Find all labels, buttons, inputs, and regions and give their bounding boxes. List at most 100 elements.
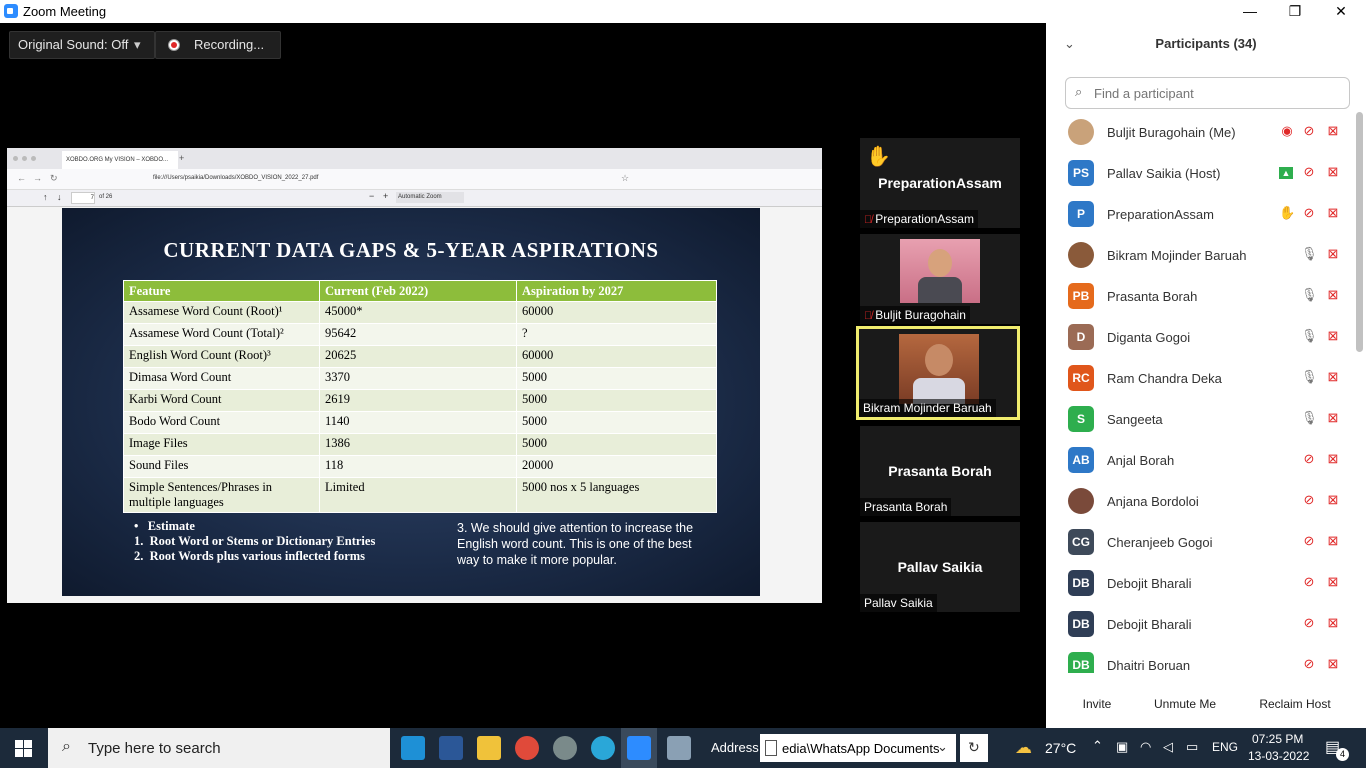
participant-avatar: S	[1068, 406, 1094, 432]
zoom-select[interactable]: Automatic Zoom	[396, 192, 464, 203]
tile-big-name: Prasanta Borah	[888, 463, 992, 479]
original-sound-button[interactable]: Original Sound: Off ▾	[9, 31, 155, 59]
meet-now-icon[interactable]: ▣	[1116, 739, 1128, 755]
battery-icon[interactable]: ▭	[1186, 739, 1198, 755]
chevron-down-icon[interactable]: ▾	[134, 32, 141, 58]
participant-row[interactable]: DB Debojit Bharali ⊘ ⊠	[1046, 563, 1356, 604]
bookmark-star-icon[interactable]: ☆	[621, 173, 629, 184]
clock-date[interactable]: 13-03-2022	[1248, 749, 1309, 763]
raised-hand-icon: ✋	[1279, 205, 1296, 220]
forward-icon[interactable]: →	[33, 173, 42, 183]
participant-row[interactable]: Anjana Bordoloi ⊘ ⊠	[1046, 481, 1356, 522]
mic-icon: 🎙	[1301, 410, 1318, 425]
table-row: Assamese Word Count (Root)¹ 45000* 60000	[123, 301, 717, 324]
table-row: Image Files 1386 5000	[123, 433, 717, 456]
participant-row[interactable]: DB Dhaitri Boruan ⊘ ⊠	[1046, 645, 1356, 673]
temperature[interactable]: 27°C	[1045, 740, 1076, 756]
video-tile-bikram-active[interactable]: Bikram Mojinder Baruah	[856, 326, 1020, 420]
restore-button[interactable]: ❐	[1272, 0, 1318, 23]
table-row: Assamese Word Count (Total)² 95642?	[123, 323, 717, 346]
participant-name: Cheranjeeb Gogoi	[1107, 535, 1213, 550]
url-text[interactable]: file:///Users/psaikia/Downloads/XOBDO_VI…	[153, 175, 318, 181]
mic-icon: 🎙	[1301, 328, 1318, 343]
chrome-icon[interactable]	[515, 736, 539, 760]
address-box[interactable]: edia\WhatsApp Documents ⌄	[760, 734, 956, 762]
refresh-button[interactable]: ↻	[960, 734, 988, 762]
file-explorer-icon[interactable]	[477, 736, 501, 760]
participant-row[interactable]: CG Cheranjeeb Gogoi ⊘ ⊠	[1046, 522, 1356, 563]
reload-icon[interactable]: ↻	[50, 173, 58, 184]
participant-avatar: PB	[1068, 283, 1094, 309]
new-tab-icon[interactable]: +	[179, 153, 184, 163]
invite-button[interactable]: Invite	[1072, 693, 1122, 715]
table-cell: 95642	[319, 323, 517, 346]
participant-row[interactable]: PS Pallav Saikia (Host) ▲ ⊘ ⊠	[1046, 153, 1356, 194]
table-cell: 2619	[319, 389, 517, 412]
windows-start-icon[interactable]	[15, 740, 32, 757]
unmute-me-button[interactable]: Unmute Me	[1147, 693, 1223, 715]
paint-icon[interactable]	[667, 736, 691, 760]
clock-time[interactable]: 07:25 PM	[1252, 732, 1303, 746]
table-row: Sound Files 118 20000	[123, 455, 717, 478]
zoom-in-icon[interactable]: +	[383, 191, 388, 201]
share-indicator-icon: ▲	[1279, 167, 1293, 179]
participant-row[interactable]: AB Anjal Borah ⊘ ⊠	[1046, 440, 1356, 481]
app-icon[interactable]	[553, 736, 577, 760]
video-off-icon: ⊠	[1327, 164, 1339, 179]
next-page-icon[interactable]: ↓	[57, 192, 62, 202]
browser-tab[interactable]: XOBDO.ORG My VISION – XOBDO...	[62, 151, 178, 169]
page-number-input[interactable]: 7	[71, 192, 95, 204]
video-tile-pallav[interactable]: Pallav Saikia Pallav Saikia	[860, 522, 1020, 612]
tile-name-label: Prasanta Borah	[860, 498, 952, 516]
participant-avatar: DB	[1068, 570, 1094, 596]
chevron-down-icon[interactable]: ⌄	[937, 739, 948, 755]
participant-search[interactable]: ⌕	[1065, 77, 1350, 109]
back-icon[interactable]: ←	[17, 173, 26, 183]
recording-indicator[interactable]: Recording...	[155, 31, 281, 59]
participant-row[interactable]: Buljit Buragohain (Me) ◉ ⊘ ⊠	[1046, 112, 1356, 153]
video-tile-buljit[interactable]: 🎙̸ Buljit Buragohain	[860, 234, 1020, 324]
participant-search-input[interactable]	[1092, 83, 1346, 103]
participant-scrollbar[interactable]	[1356, 112, 1363, 352]
edge-icon[interactable]	[591, 736, 615, 760]
slide-notes-left: • Estimate 1. Root Word or Stems or Dict…	[134, 519, 375, 564]
participant-avatar: DB	[1068, 652, 1094, 673]
weather-icon[interactable]: ☁	[1015, 738, 1032, 758]
close-button[interactable]: ✕	[1318, 0, 1364, 23]
participant-row[interactable]: Bikram Mojinder Baruah 🎙 ⊠	[1046, 235, 1356, 276]
table-cell: Karbi Word Count	[123, 389, 320, 412]
table-cell: Sound Files	[123, 455, 320, 478]
video-off-icon: ⊠	[1327, 123, 1339, 138]
participant-row[interactable]: RC Ram Chandra Deka 🎙 ⊠	[1046, 358, 1356, 399]
participants-panel: ⌄ Participants (34) ⌕ Buljit Buragohain …	[1046, 23, 1366, 728]
word-icon[interactable]	[439, 736, 463, 760]
address-value: edia\WhatsApp Documents	[782, 741, 940, 756]
recording-label: Recording...	[194, 37, 265, 52]
zoom-app-icon[interactable]	[627, 736, 651, 760]
zoom-out-icon[interactable]: −	[369, 191, 374, 201]
video-tile-prasanta[interactable]: Prasanta Borah Prasanta Borah	[860, 426, 1020, 516]
participant-avatar: DB	[1068, 611, 1094, 637]
participant-row[interactable]: PB Prasanta Borah 🎙 ⊠	[1046, 276, 1356, 317]
table-cell: Dimasa Word Count	[123, 367, 320, 390]
participant-row[interactable]: DB Debojit Bharali ⊘ ⊠	[1046, 604, 1356, 645]
taskbar-search[interactable]: ⌕ Type here to search	[48, 728, 390, 768]
tray-chevron-icon[interactable]: ⌃	[1092, 738, 1103, 754]
participant-row[interactable]: D Diganta Gogoi 🎙 ⊠	[1046, 317, 1356, 358]
participant-row[interactable]: P PreparationAssam ✋ ⊘ ⊠	[1046, 194, 1356, 235]
reclaim-host-button[interactable]: Reclaim Host	[1252, 693, 1338, 715]
video-tile-preparationassam[interactable]: ✋ PreparationAssam 🎙̸ PreparationAssam	[860, 138, 1020, 228]
ie-icon[interactable]	[401, 736, 425, 760]
participant-avatar	[1068, 119, 1094, 145]
participant-row[interactable]: S Sangeeta 🎙 ⊠	[1046, 399, 1356, 440]
minimize-button[interactable]: —	[1227, 0, 1273, 23]
participant-name: Bikram Mojinder Baruah	[1107, 248, 1247, 263]
video-off-icon: ⊠	[1327, 451, 1339, 466]
speaker-icon[interactable]: ◁	[1163, 739, 1173, 755]
shared-screen[interactable]: XOBDO.ORG My VISION – XOBDO... + ← → ↻ f…	[7, 148, 822, 603]
network-icon[interactable]: ◠	[1140, 739, 1151, 755]
prev-page-icon[interactable]: ↑	[43, 192, 48, 202]
language-indicator[interactable]: ENG	[1212, 740, 1238, 754]
participant-avatar: RC	[1068, 365, 1094, 391]
zoom-taskbar-active[interactable]	[621, 728, 657, 768]
